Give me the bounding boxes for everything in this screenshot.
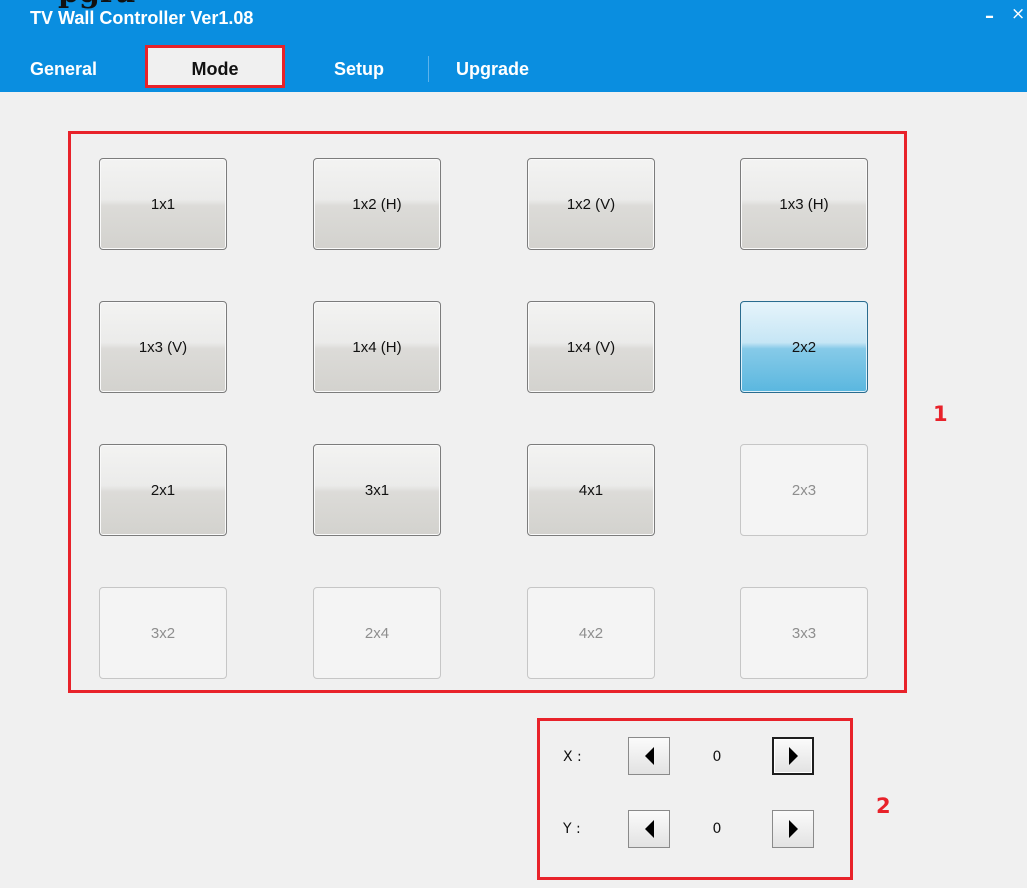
mode-button-2x4[interactable]: 2x4 — [313, 587, 441, 679]
mode-button-4x2[interactable]: 4x2 — [527, 587, 655, 679]
tab-divider — [428, 56, 429, 82]
app-title: TV Wall Controller Ver1.08 — [30, 8, 254, 28]
minimize-icon[interactable]: – — [985, 6, 994, 27]
tab-setup[interactable]: Setup — [300, 52, 418, 86]
y-label: Y : — [563, 821, 581, 837]
mode-button-1x3-h[interactable]: 1x3 (H) — [740, 158, 868, 250]
mode-button-4x1[interactable]: 4x1 — [527, 444, 655, 536]
mode-button-1x4-v[interactable]: 1x4 (V) — [527, 301, 655, 393]
annotation-label-2: 2 — [876, 794, 891, 818]
mode-button-1x4-h[interactable]: 1x4 (H) — [313, 301, 441, 393]
annotation-label-1: 1 — [933, 402, 948, 426]
x-value: 0 — [712, 749, 722, 765]
page-heading: pgra — [58, 0, 135, 8]
mode-button-2x2[interactable]: 2x2 — [740, 301, 868, 393]
mode-button-3x3[interactable]: 3x3 — [740, 587, 868, 679]
y-decrement-button[interactable] — [628, 810, 670, 848]
mode-button-1x1[interactable]: 1x1 — [99, 158, 227, 250]
mode-button-2x3[interactable]: 2x3 — [740, 444, 868, 536]
mode-button-1x2-h[interactable]: 1x2 (H) — [313, 158, 441, 250]
arrow-left-icon — [644, 747, 654, 765]
y-increment-button[interactable] — [772, 810, 814, 848]
close-icon[interactable]: × — [1011, 4, 1025, 24]
tab-mode[interactable]: Mode — [145, 45, 285, 88]
arrow-right-icon — [788, 747, 798, 765]
arrow-left-icon — [644, 820, 654, 838]
arrow-right-icon — [788, 820, 798, 838]
mode-button-1x2-v[interactable]: 1x2 (V) — [527, 158, 655, 250]
y-value: 0 — [712, 821, 722, 837]
mode-button-1x3-v[interactable]: 1x3 (V) — [99, 301, 227, 393]
x-label: X : — [563, 749, 582, 765]
x-decrement-button[interactable] — [628, 737, 670, 775]
mode-button-3x1[interactable]: 3x1 — [313, 444, 441, 536]
x-increment-button[interactable] — [772, 737, 814, 775]
mode-button-2x1[interactable]: 2x1 — [99, 444, 227, 536]
mode-button-3x2[interactable]: 3x2 — [99, 587, 227, 679]
title-bar: TV Wall Controller Ver1.08 – × General M… — [0, 0, 1027, 92]
tab-general[interactable]: General — [30, 52, 114, 86]
tab-upgrade[interactable]: Upgrade — [456, 52, 546, 86]
